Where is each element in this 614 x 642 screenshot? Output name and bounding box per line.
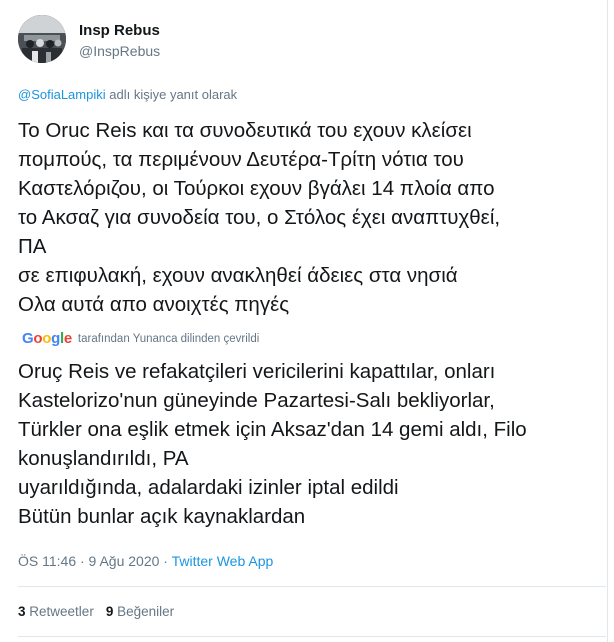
divider — [18, 636, 606, 637]
profile-photo-icon — [18, 15, 66, 63]
reply-context: @SofiaLampiki adlı kişiye yanıt olarak — [18, 87, 237, 102]
retweets-stat[interactable]: 3 Retweetler — [18, 604, 94, 619]
retweets-count: 3 — [18, 604, 26, 619]
translation-attribution: Google tarafından Yunanca dilinden çevri… — [22, 330, 259, 347]
tweet-text: Το Oruc Reis και τα συνοδευτικά του εχου… — [18, 119, 501, 316]
author-handle[interactable]: @InspRebus — [79, 43, 160, 59]
tweet-card: Insp Rebus @InspRebus @SofiaLampiki adlı… — [0, 0, 608, 642]
likes-count: 9 — [105, 604, 114, 619]
likes-stat[interactable]: 9 Beğeniler — [106, 604, 174, 619]
author-name[interactable]: Insp Rebus — [79, 22, 160, 39]
tweet-timestamp[interactable]: ÖS 11:46 · 9 Ağu 2020 · — [18, 553, 168, 569]
tweet-meta: ÖS 11:46 · 9 Ağu 2020 · Twitter Web App — [18, 553, 273, 569]
retweets-label: Retweetler — [29, 604, 94, 619]
likes-label: Beğeniler — [117, 604, 175, 619]
translated-text: Oruç Reis ve refakatçileri vericilerini … — [18, 360, 527, 528]
reply-mention-link[interactable]: @SofiaLampiki — [18, 87, 106, 102]
translation-label: tarafından Yunanca dilinden çevrildi — [77, 332, 260, 345]
reply-suffix: adlı kişiye yanıt olarak — [109, 87, 238, 102]
avatar[interactable] — [18, 15, 66, 63]
divider — [18, 586, 606, 587]
tweet-stats: 3 Retweetler 9 Beğeniler — [18, 604, 174, 619]
google-logo-icon: Google — [22, 330, 72, 347]
tweet-source-link[interactable]: Twitter Web App — [172, 553, 274, 569]
